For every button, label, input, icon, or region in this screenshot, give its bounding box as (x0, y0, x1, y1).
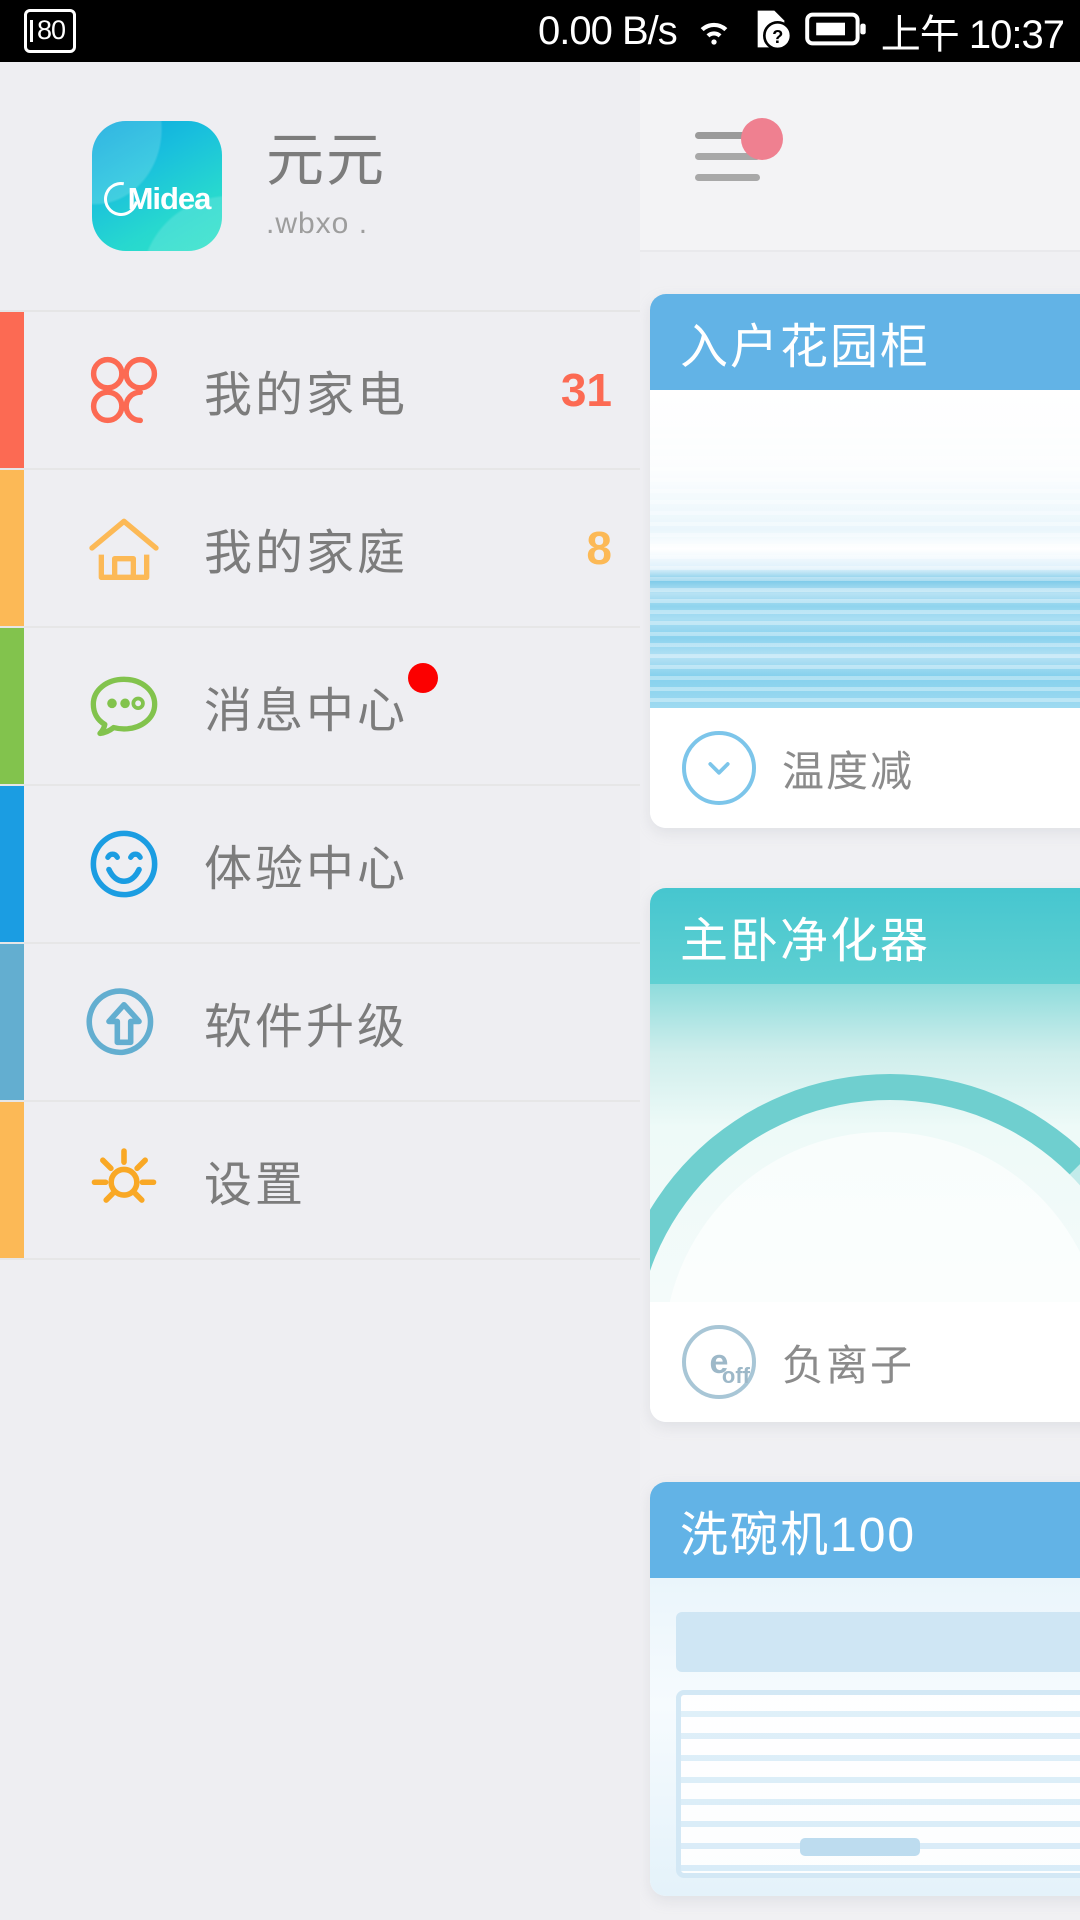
sun-gear-icon (74, 1141, 174, 1219)
main-top-bar (640, 62, 1080, 252)
dishwasher-control-panel (676, 1612, 1080, 1672)
smiley-face-icon (74, 825, 174, 903)
sidebar-item-experience-center[interactable]: 体验中心 (0, 786, 640, 944)
svg-text:?: ? (772, 26, 783, 47)
network-speed-label: 0.00 B/s (538, 8, 678, 53)
accent-bar (0, 786, 24, 942)
accent-bar (0, 944, 24, 1100)
sim-unknown-icon: ? (751, 7, 793, 56)
midea-logo-text: Midea (127, 181, 212, 216)
device-card[interactable]: 入户花园柜 温度减 (650, 294, 1080, 828)
hamburger-line (695, 173, 760, 181)
device-card[interactable]: 洗碗机100 (650, 1482, 1080, 1896)
sidebar-item-message-center[interactable]: 消息中心 (0, 628, 640, 786)
eco-off-sublabel: off (721, 1363, 750, 1388)
notification-dot (741, 117, 783, 160)
drawer-menu: 我的家电 31 我的家庭 8 消息中心 体验中心 软件升级 设置 (0, 310, 640, 1260)
device-card-action-label: 负离子 (782, 1341, 915, 1389)
accent-bar (0, 470, 24, 626)
status-bar: 80 0.00 B/s ? 上午 10:37 (0, 0, 1080, 62)
chat-bubble-icon (74, 668, 174, 744)
upload-arrow-circle-icon (74, 983, 174, 1061)
sidebar-item-label: 我的家电 (204, 369, 409, 422)
device-card-image-air-purifier (650, 984, 1080, 1302)
accent-bar (0, 628, 24, 784)
sidebar-item-software-upgrade[interactable]: 软件升级 (0, 944, 640, 1102)
battery-percent-badge: 80 (24, 9, 77, 53)
eco-off-icon: e off (682, 1325, 756, 1399)
status-bar-left: 80 (0, 9, 77, 53)
navigation-drawer: Midea 元元 .wbxo . 我的家电 31 我的家庭 8 消息中心 体验中… (0, 62, 640, 1920)
device-card-action-label: 温度减 (782, 747, 915, 795)
unread-dot (408, 663, 439, 693)
hamburger-menu-icon[interactable] (695, 117, 783, 181)
sidebar-item-badge: 31 (560, 364, 612, 416)
device-card-image-dishwasher (650, 1578, 1080, 1896)
midea-logo: Midea (96, 175, 212, 223)
sidebar-item-label: 消息中心 (204, 663, 439, 741)
device-card-list: 入户花园柜 温度减 主卧净化器 e off 负离子 洗碗机100 (640, 252, 1080, 1896)
sidebar-item-label: 体验中心 (204, 843, 409, 896)
sidebar-item-label: 软件升级 (204, 1001, 409, 1054)
device-card-action[interactable]: e off 负离子 (650, 1302, 1080, 1422)
device-card[interactable]: 主卧净化器 e off 负离子 (650, 888, 1080, 1422)
chevron-down-circle-icon (682, 731, 756, 805)
sidebar-item-my-family[interactable]: 我的家庭 8 (0, 470, 640, 628)
device-card-action[interactable]: 温度减 (650, 708, 1080, 828)
sidebar-item-label-text: 消息中心 (204, 685, 409, 738)
avatar[interactable]: Midea (92, 121, 222, 251)
profile-name: 元元 (266, 127, 387, 193)
sidebar-item-my-appliances[interactable]: 我的家电 31 (0, 312, 640, 470)
device-card-title: 入户花园柜 (650, 294, 1080, 390)
device-card-image-air-conditioner (650, 390, 1080, 708)
sidebar-item-badge: 8 (586, 522, 612, 574)
profile-header[interactable]: Midea 元元 .wbxo . (0, 62, 640, 310)
device-card-title: 洗碗机100 (650, 1482, 1080, 1578)
dishwasher-handle (800, 1838, 920, 1856)
main-content-panel: 入户花园柜 温度减 主卧净化器 e off 负离子 洗碗机100 (640, 62, 1080, 1920)
profile-subtitle: .wbxo . (266, 207, 369, 241)
accent-bar (0, 1102, 24, 1258)
battery-icon (805, 11, 867, 52)
grid-four-circles-icon (74, 352, 174, 428)
wifi-icon (691, 9, 737, 54)
profile-text-block: 元元 .wbxo . (266, 127, 387, 242)
home-icon (74, 510, 174, 586)
sidebar-item-settings[interactable]: 设置 (0, 1102, 640, 1260)
status-bar-right: 0.00 B/s ? 上午 10:37 (538, 2, 1080, 60)
sidebar-item-label: 设置 (204, 1159, 307, 1212)
device-card-title: 主卧净化器 (650, 888, 1080, 984)
accent-bar (0, 312, 24, 468)
clock-label: 上午 10:37 (880, 13, 1065, 57)
sidebar-item-label: 我的家庭 (204, 527, 409, 580)
